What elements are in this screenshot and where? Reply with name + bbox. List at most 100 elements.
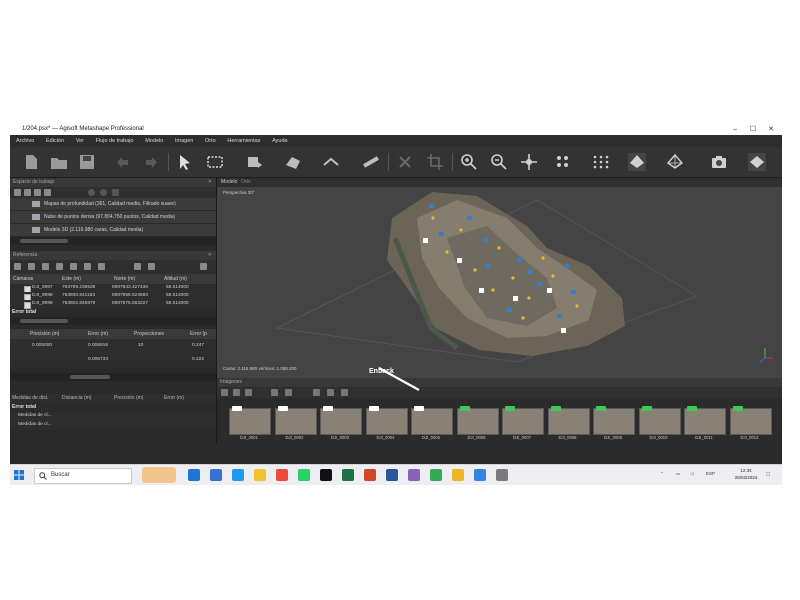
zoom-out-icon[interactable] (490, 153, 508, 171)
wireframe-icon[interactable] (666, 153, 684, 171)
close-x-icon[interactable] (245, 389, 252, 396)
import-icon[interactable] (14, 263, 21, 270)
move-icon[interactable] (520, 153, 538, 171)
photo-thumbnail[interactable] (547, 406, 590, 435)
filter-icon[interactable] (271, 389, 278, 396)
view-mode-icon[interactable] (341, 389, 348, 396)
gallery-icon[interactable] (327, 389, 334, 396)
folder-icon[interactable] (254, 469, 266, 481)
settings-icon[interactable] (134, 263, 141, 270)
taskbar-search[interactable]: Buscar (34, 468, 132, 484)
zoom-in-icon[interactable] (460, 153, 478, 171)
model-viewport[interactable]: Modelo Orto Perspectiva 30° Caras: 2.116… (217, 178, 782, 378)
list-item[interactable]: Medidas de cl... (10, 421, 216, 430)
close-button[interactable]: ✕ (764, 124, 778, 135)
reference-scrollbar[interactable] (10, 317, 216, 325)
media-icon[interactable] (408, 469, 420, 481)
close-x-icon[interactable] (112, 189, 119, 196)
photo-thumbnail[interactable] (638, 406, 681, 435)
chrome-icon[interactable] (276, 469, 288, 481)
file-explorer-icon[interactable] (188, 469, 200, 481)
store-icon[interactable] (210, 469, 222, 481)
table-row[interactable]: 0.006733 0.222 (10, 353, 216, 367)
menu-orto[interactable]: Orto (205, 135, 216, 147)
add-photos-icon[interactable] (24, 189, 31, 196)
photo-thumbnail[interactable] (456, 406, 499, 435)
pointer-icon[interactable] (176, 153, 194, 171)
enable-icon[interactable] (88, 189, 95, 196)
windows-start-icon[interactable] (14, 470, 24, 480)
widget-icon[interactable] (142, 467, 176, 483)
photo-thumbnail[interactable] (229, 406, 271, 435)
tiktok-icon[interactable] (320, 469, 332, 481)
photo-thumbnail[interactable] (684, 406, 726, 435)
export-icon[interactable] (28, 263, 35, 270)
powerpoint-icon[interactable] (364, 469, 376, 481)
settings-icon[interactable] (496, 469, 508, 481)
mail-icon[interactable] (232, 469, 244, 481)
shape-icon[interactable] (284, 153, 302, 171)
add-chunk-icon[interactable] (14, 189, 21, 196)
menu-herramientas[interactable]: Herramientas (227, 135, 260, 147)
tray-arrow-icon[interactable]: ⌃ (660, 471, 664, 477)
save-icon[interactable] (78, 153, 96, 171)
photo-thumbnail[interactable] (411, 406, 453, 435)
table-icon[interactable] (56, 263, 63, 270)
close-icon[interactable]: ✕ (208, 251, 212, 260)
clock[interactable]: 12:34 25/03/2024 (732, 467, 760, 481)
photos-icon[interactable] (452, 469, 464, 481)
model-icon[interactable] (628, 153, 646, 171)
row-checkbox[interactable] (24, 302, 31, 309)
menu-modelo[interactable]: Modelo (145, 135, 163, 147)
menu-edicion[interactable]: Edición (46, 135, 64, 147)
table-row[interactable]: DJI_0997 763799.236539 8987943.427436 58… (10, 284, 216, 293)
chrome-icon-2[interactable] (430, 469, 442, 481)
photo-thumbnail[interactable] (593, 406, 635, 435)
redo-icon[interactable] (142, 153, 160, 171)
ruler-line-icon[interactable] (322, 153, 340, 171)
measure-icon[interactable] (362, 153, 380, 171)
tab-error[interactable]: Error (m) (164, 394, 184, 403)
tree-item-depth-maps[interactable]: Mapas de profundidad (361, Calidad media… (10, 198, 216, 211)
volume-icon[interactable]: ◁ (690, 471, 693, 477)
language-indicator[interactable]: ESP (706, 471, 715, 476)
tab-distancia[interactable]: Distancia (m) (62, 394, 91, 403)
network-icon[interactable]: ▭ (676, 471, 680, 477)
workspace-scrollbar[interactable] (10, 237, 216, 245)
tools-icon[interactable] (200, 263, 207, 270)
remove-icon[interactable] (44, 189, 51, 196)
tree-item-3d-model[interactable]: Modelo 3D (2.116.980 caras, Calidad medi… (10, 224, 216, 237)
maximize-button[interactable]: ☐ (746, 124, 760, 135)
refresh-icon[interactable] (84, 263, 91, 270)
table-row[interactable]: 0.005000 0.006916 10 0.247 (10, 339, 216, 353)
metashape-icon[interactable] (474, 469, 486, 481)
star-icon[interactable] (70, 263, 77, 270)
open-folder-icon[interactable] (50, 153, 68, 171)
markers-scrollbar[interactable] (10, 373, 216, 381)
remove-photo-icon[interactable] (221, 389, 228, 396)
photo-thumbnail[interactable] (320, 406, 362, 435)
convert-icon[interactable] (42, 263, 49, 270)
photo-thumbnail[interactable] (729, 406, 772, 435)
photo-thumbnail[interactable] (365, 406, 408, 435)
list-item[interactable]: Medidas de cl... (10, 412, 216, 421)
menu-archivo[interactable]: Archivo (16, 135, 34, 147)
grid-points-icon[interactable] (592, 153, 610, 171)
delete-icon[interactable] (396, 153, 414, 171)
undo-icon[interactable] (114, 153, 132, 171)
notifications-icon[interactable]: ▢ (766, 471, 770, 477)
menu-flujo[interactable]: Flujo de trabajo (96, 135, 134, 147)
tab-medidas[interactable]: Medidas de dist. (12, 394, 48, 403)
table-row[interactable]: DJI_0999 763802.845879 8987975.553227 58… (10, 300, 216, 309)
photo-thumbnail[interactable] (274, 406, 317, 435)
minimize-button[interactable]: – (728, 124, 742, 135)
camera-small-icon[interactable] (313, 389, 320, 396)
rotate-icon[interactable] (233, 389, 240, 396)
rectangle-selection-icon[interactable] (206, 153, 224, 171)
model-navigation-icon[interactable] (246, 153, 264, 171)
crop-photo-icon[interactable] (285, 389, 292, 396)
excel-icon[interactable] (342, 469, 354, 481)
new-document-icon[interactable] (22, 153, 40, 171)
add-folder-icon[interactable] (34, 189, 41, 196)
menu-ayuda[interactable]: Ayuda (272, 135, 288, 147)
